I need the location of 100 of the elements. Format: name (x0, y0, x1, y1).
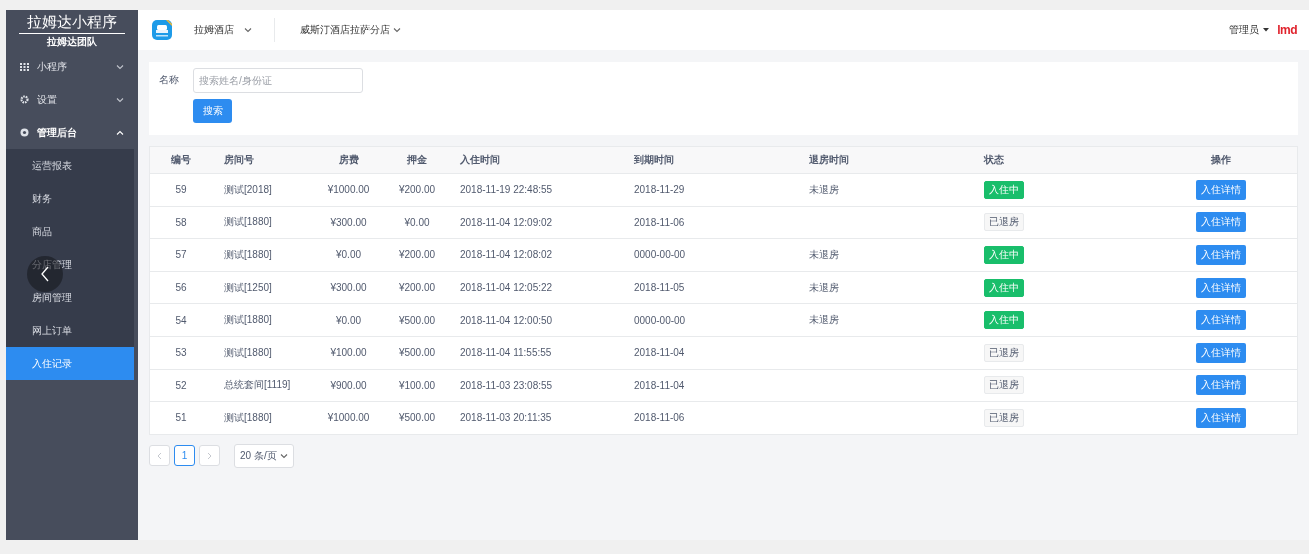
table-cell: 测试[1250] (224, 280, 272, 295)
table-cell: 2018-11-04 12:00:50 (460, 314, 553, 326)
table-cell: 2018-11-06 (634, 216, 685, 228)
chevron-up-icon (116, 129, 124, 136)
table-cell: 0000-00-00 (634, 249, 686, 261)
table-cell: ¥0.00 (336, 249, 361, 261)
column-header: 操作 (1211, 153, 1231, 167)
menu-item[interactable]: 小程序 (6, 50, 138, 83)
team-name: 拉姆达团队 (47, 35, 97, 49)
caret-icon (1263, 28, 1270, 32)
column-header: 押金 (407, 153, 427, 167)
next-page-button[interactable] (199, 445, 220, 467)
table-cell: 2018-11-06 (634, 412, 685, 424)
status-tag: 入住中 (984, 246, 1024, 264)
carousel-previous-button[interactable] (27, 256, 63, 292)
table-cell: 59 (175, 184, 187, 196)
branch-selector[interactable]: 威斯汀酒店拉萨分店 (300, 23, 401, 37)
app-title: 拉姆达小程序 (19, 13, 125, 34)
table-cell: ¥500.00 (398, 314, 436, 326)
table-cell: 测试[1880] (224, 410, 272, 425)
table-cell: 2018-11-19 22:48:55 (460, 184, 553, 196)
page-button[interactable]: 1 (174, 445, 195, 467)
table-cell: ¥300.00 (330, 282, 367, 294)
table-cell: 2018-11-04 (634, 379, 685, 391)
table-cell: 2018-11-04 12:08:02 (460, 249, 553, 261)
submenu-item[interactable]: 商品 (6, 215, 134, 248)
table-cell: ¥900.00 (330, 379, 367, 391)
bed-app-icon (152, 20, 172, 40)
table-cell: 未退房 (809, 182, 839, 197)
submenu-item[interactable]: 财务 (6, 182, 134, 215)
table-cell: 51 (175, 412, 187, 424)
table-cell: 未退房 (809, 313, 839, 328)
menu-item[interactable]: 管理后台 (6, 116, 138, 149)
status-tag: 已退房 (984, 376, 1024, 395)
table-cell: 未退房 (809, 280, 839, 295)
column-header: 到期时间 (634, 153, 674, 167)
table-cell: ¥200.00 (398, 249, 436, 261)
table-cell: 2018-11-03 23:08:55 (460, 379, 553, 391)
menu-item[interactable]: 设置 (6, 83, 138, 116)
table-cell: 53 (175, 347, 187, 359)
table-cell: 未退房 (809, 248, 839, 262)
table-cell: ¥300.00 (330, 216, 367, 228)
grid-icon (20, 62, 29, 71)
status-tag: 入住中 (984, 311, 1024, 330)
table-cell: 2018-11-04 12:09:02 (460, 216, 553, 228)
table-cell: ¥1000.00 (327, 184, 370, 196)
table-cell: 测试[1880] (224, 345, 272, 360)
column-header: 退房时间 (809, 153, 849, 167)
table-cell: 测试[1880] (224, 313, 272, 328)
submenu-item[interactable]: 运营报表 (6, 149, 134, 182)
column-header: 编号 (171, 153, 191, 167)
table-cell: 2018-11-04 (634, 347, 685, 359)
table-cell: ¥100.00 (330, 347, 367, 359)
table-cell: 0000-00-00 (634, 314, 686, 326)
chevron-down-icon (116, 96, 124, 103)
table-cell: 2018-11-04 12:05:22 (460, 282, 553, 294)
column-header: 入住时间 (460, 153, 500, 167)
table-cell: 56 (175, 282, 187, 294)
column-header: 状态 (984, 153, 1004, 167)
submenu-item[interactable]: 房间管理 (6, 281, 134, 314)
field-label: 名称 (159, 73, 180, 87)
table-cell: ¥200.00 (398, 282, 436, 294)
status-tag: 已退房 (984, 213, 1024, 232)
table-cell: 58 (175, 216, 187, 228)
search-field[interactable]: 搜索姓名/身份证 (193, 68, 363, 93)
table-cell: ¥500.00 (398, 412, 436, 424)
chevron-left-icon (157, 451, 162, 460)
table-cell: ¥100.00 (398, 379, 436, 391)
circle-icon (20, 128, 29, 137)
chevron-down-icon (393, 27, 401, 33)
table-cell: 测试[1880] (224, 215, 272, 230)
table-cell: ¥0.00 (404, 216, 430, 228)
column-header: 房费 (338, 153, 359, 167)
table-cell: 54 (175, 314, 187, 326)
chevron-down-icon (244, 27, 252, 33)
status-tag: 入住中 (984, 278, 1024, 297)
table-cell: 2018-11-03 20:11:35 (460, 412, 552, 424)
table-cell: 总统套间[1119] (224, 378, 291, 393)
hotel-selector[interactable]: 拉姆酒店 (194, 18, 275, 42)
status-tag: 已退房 (984, 408, 1024, 427)
previous-page-button[interactable] (149, 445, 170, 467)
table-cell: ¥500.00 (398, 347, 436, 359)
table-cell: 测试[2018] (224, 182, 272, 197)
status-tag: 已退房 (984, 343, 1024, 362)
brand-logo: lmd (1277, 23, 1297, 37)
table-cell: 2018-11-04 11:55:55 (460, 347, 552, 359)
table-cell: 57 (175, 249, 187, 261)
table-cell: 2018-11-05 (634, 282, 685, 294)
table-cell: ¥1000.00 (327, 412, 370, 424)
chevron-down-icon (279, 452, 288, 459)
submenu-item[interactable]: 网上订单 (6, 314, 134, 347)
table-cell: 52 (175, 379, 187, 391)
user-menu[interactable]: 管理员 (1229, 23, 1270, 37)
table-cell: 测试[1880] (224, 248, 272, 262)
chevron-down-icon (116, 63, 124, 70)
page-size-select[interactable]: 20 条/页 (234, 443, 294, 468)
status-tag: 入住中 (984, 180, 1024, 199)
chevron-right-icon (207, 451, 212, 460)
column-header: 房间号 (224, 153, 254, 167)
table-cell: 2018-11-29 (634, 184, 685, 196)
